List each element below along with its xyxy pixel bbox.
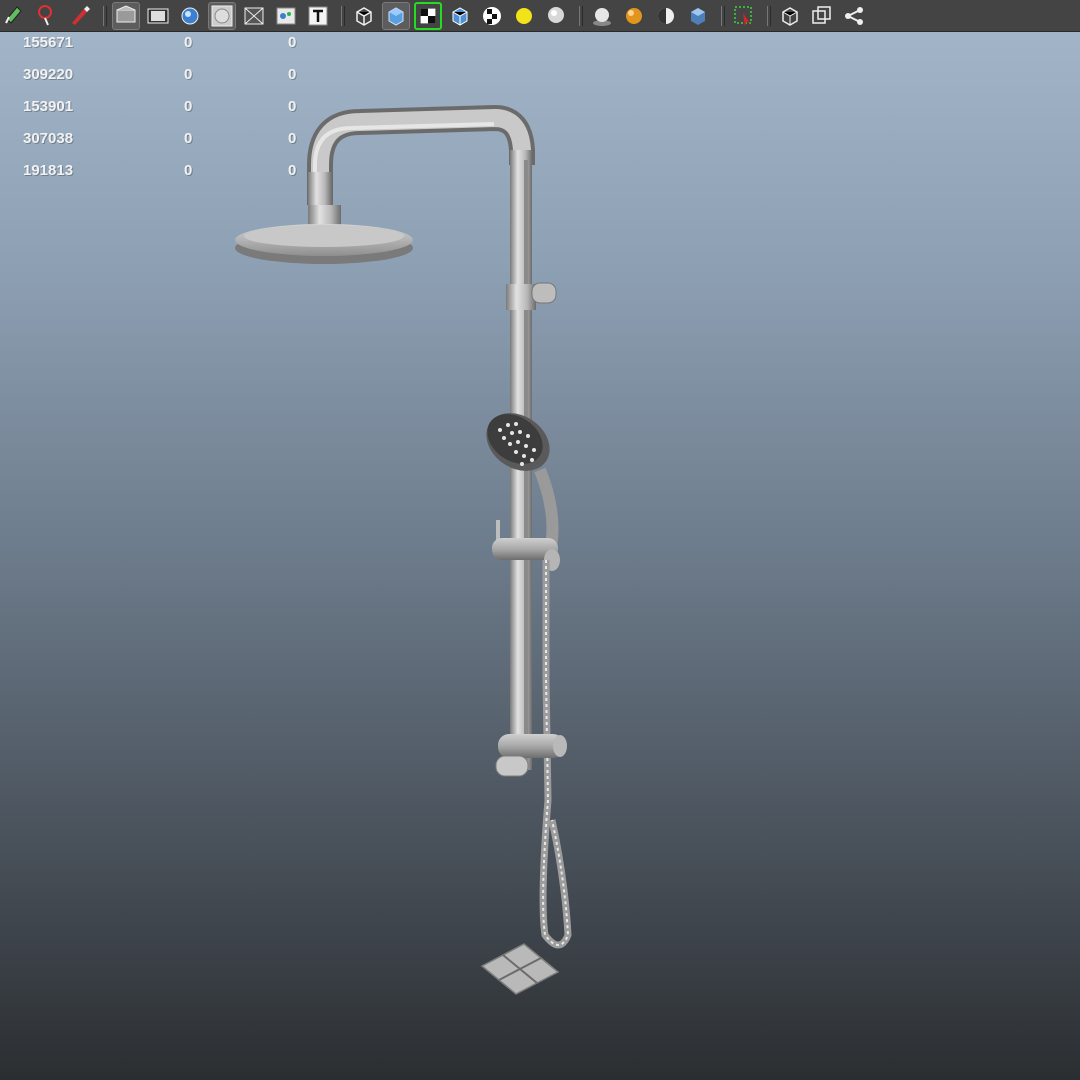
shadows-button[interactable] bbox=[542, 2, 570, 30]
wireframe-button[interactable] bbox=[350, 2, 378, 30]
safe-action-button[interactable] bbox=[240, 2, 268, 30]
lasso-tool-button[interactable] bbox=[34, 2, 62, 30]
hud-count: 155671 bbox=[23, 34, 74, 51]
wireframe-on-shaded-button[interactable] bbox=[446, 2, 474, 30]
hud-count: 191813 bbox=[23, 162, 74, 179]
hud-selected: 0 bbox=[184, 66, 193, 83]
isolate-select-icon bbox=[734, 5, 752, 26]
toolbar-separator bbox=[102, 4, 108, 28]
hud-row: 307038 0 0 bbox=[23, 128, 313, 160]
hud-triangles: 0 bbox=[288, 130, 297, 147]
motion-blur-button[interactable] bbox=[620, 2, 648, 30]
field-chart-icon bbox=[276, 7, 296, 24]
textured-icon bbox=[420, 8, 436, 23]
text-overlay-button[interactable] bbox=[304, 2, 332, 30]
hud-triangles: 0 bbox=[288, 66, 297, 83]
use-default-lights-icon bbox=[516, 7, 532, 24]
textured-button[interactable] bbox=[414, 1, 442, 30]
hud-count: 309220 bbox=[23, 66, 74, 83]
share-button[interactable] bbox=[840, 2, 868, 30]
hud-selected: 0 bbox=[184, 98, 193, 115]
panel-toolbar bbox=[0, 0, 1080, 32]
hud-selected: 0 bbox=[184, 130, 193, 147]
hud-selected: 0 bbox=[184, 162, 193, 179]
anti-aliasing-icon bbox=[658, 7, 674, 24]
image-plane-button[interactable] bbox=[176, 2, 204, 30]
xray-joints-icon bbox=[812, 5, 831, 24]
toolbar-separator bbox=[766, 4, 772, 28]
smooth-shade-button[interactable] bbox=[382, 1, 410, 30]
lasso-tool-icon bbox=[38, 4, 52, 25]
ambient-occlusion-icon bbox=[593, 7, 611, 26]
hud-selected: 0 bbox=[184, 34, 193, 51]
viewport-panel[interactable]: 155671 0 0 309220 0 0 153901 0 0 307038 … bbox=[0, 0, 1080, 1080]
wall-bracket bbox=[506, 282, 557, 310]
hud-row: 309220 0 0 bbox=[23, 64, 313, 96]
xray-joints-button[interactable] bbox=[808, 2, 836, 30]
heads-up-display: 155671 0 0 309220 0 0 153901 0 0 307038 … bbox=[23, 32, 313, 192]
anti-aliasing-button[interactable] bbox=[652, 2, 680, 30]
shower-arm bbox=[307, 104, 535, 208]
motion-blur-icon bbox=[626, 7, 642, 24]
select-tool-icon bbox=[5, 5, 22, 24]
hud-triangles: 0 bbox=[288, 162, 297, 179]
hud-triangles: 0 bbox=[288, 98, 297, 115]
xray-button[interactable] bbox=[776, 2, 804, 30]
depth-of-field-icon bbox=[691, 7, 705, 25]
shadows-icon bbox=[548, 6, 564, 23]
image-plane-icon bbox=[181, 7, 199, 24]
smooth-shade-icon bbox=[388, 6, 404, 26]
safe-action-icon bbox=[244, 7, 264, 24]
camera-attributes-icon bbox=[116, 4, 136, 22]
depth-of-field-button[interactable] bbox=[684, 2, 712, 30]
camera-attributes-button[interactable] bbox=[112, 1, 140, 30]
wireframe-on-shaded-icon bbox=[452, 6, 468, 26]
paint-tool-button[interactable] bbox=[66, 2, 94, 30]
hud-count: 307038 bbox=[23, 130, 74, 147]
select-tool-button[interactable] bbox=[2, 2, 30, 30]
hud-triangles: 0 bbox=[288, 34, 297, 51]
paint-tool-icon bbox=[72, 5, 90, 25]
wireframe-icon bbox=[356, 6, 372, 26]
share-icon bbox=[845, 6, 863, 25]
isolate-select-button[interactable] bbox=[730, 2, 758, 30]
rain-shower-head bbox=[235, 205, 413, 264]
toolbar-separator bbox=[720, 4, 726, 28]
checker-button[interactable] bbox=[478, 2, 506, 30]
film-gate-button[interactable] bbox=[144, 2, 172, 30]
checker-icon bbox=[483, 6, 501, 25]
text-overlay-icon bbox=[308, 6, 328, 25]
floor-drain bbox=[480, 943, 560, 995]
use-default-lights-button[interactable] bbox=[510, 2, 538, 30]
ambient-occlusion-button[interactable] bbox=[588, 2, 616, 30]
resolution-gate-icon bbox=[211, 5, 233, 26]
resolution-gate-button[interactable] bbox=[208, 1, 236, 30]
hud-row: 191813 0 0 bbox=[23, 160, 313, 192]
toolbar-separator bbox=[340, 4, 346, 28]
hud-row: 153901 0 0 bbox=[23, 96, 313, 128]
toolbar-separator bbox=[578, 4, 584, 28]
hud-count: 153901 bbox=[23, 98, 74, 115]
hud-row: 155671 0 0 bbox=[23, 32, 313, 64]
film-gate-icon bbox=[147, 8, 169, 23]
xray-icon bbox=[782, 6, 798, 26]
field-chart-button[interactable] bbox=[272, 2, 300, 30]
